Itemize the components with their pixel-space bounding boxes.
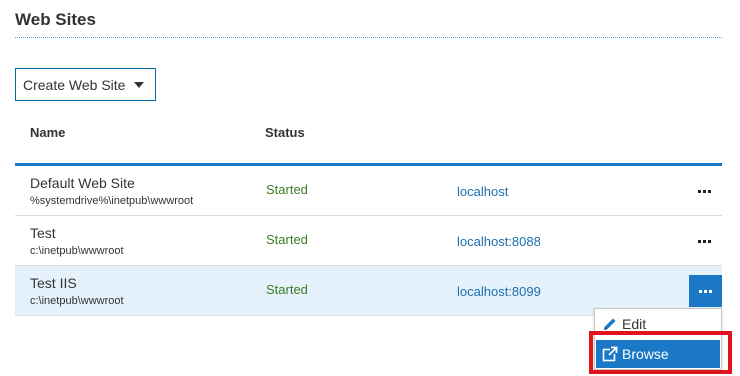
site-binding-link[interactable]: localhost — [457, 184, 508, 199]
site-name: Test IIS — [30, 275, 77, 291]
caret-down-icon — [134, 81, 145, 88]
site-binding-link[interactable]: localhost:8099 — [457, 284, 541, 299]
row-context-menu: Edit Browse — [594, 308, 722, 370]
more-actions-button[interactable] — [687, 228, 721, 254]
create-web-site-label: Create Web Site — [23, 76, 126, 93]
more-horizontal-icon — [699, 289, 712, 293]
site-status: Started — [266, 232, 308, 247]
menu-item-browse[interactable]: Browse — [596, 340, 720, 368]
site-binding-link[interactable]: localhost:8088 — [457, 234, 541, 249]
site-path: c:\inetpub\wwwroot — [30, 295, 124, 307]
more-actions-button[interactable] — [687, 178, 721, 204]
site-path: %systemdrive%\inetpub\wwwroot — [30, 195, 194, 207]
external-link-icon — [602, 346, 618, 362]
site-status: Started — [266, 182, 308, 197]
page-title: Web Sites — [15, 10, 96, 29]
table-row[interactable]: Default Web Site %systemdrive%\inetpub\w… — [15, 166, 722, 216]
site-name: Test — [30, 225, 56, 241]
menu-item-label: Browse — [622, 346, 669, 362]
site-path: c:\inetpub\wwwroot — [30, 245, 124, 257]
menu-item-edit[interactable]: Edit — [596, 310, 720, 338]
more-horizontal-icon — [697, 189, 711, 193]
more-actions-button-active[interactable] — [689, 275, 722, 307]
more-horizontal-icon — [697, 239, 711, 243]
create-web-site-button[interactable]: Create Web Site — [15, 68, 156, 101]
column-header-status[interactable]: Status — [265, 125, 305, 140]
site-name: Default Web Site — [30, 175, 135, 191]
menu-item-label: Edit — [622, 316, 647, 332]
column-header-name[interactable]: Name — [30, 125, 65, 140]
table-row[interactable]: Test c:\inetpub\wwwroot Started localhos… — [15, 216, 722, 266]
site-status: Started — [266, 282, 308, 297]
title-divider — [15, 37, 722, 38]
pencil-icon — [604, 318, 616, 330]
